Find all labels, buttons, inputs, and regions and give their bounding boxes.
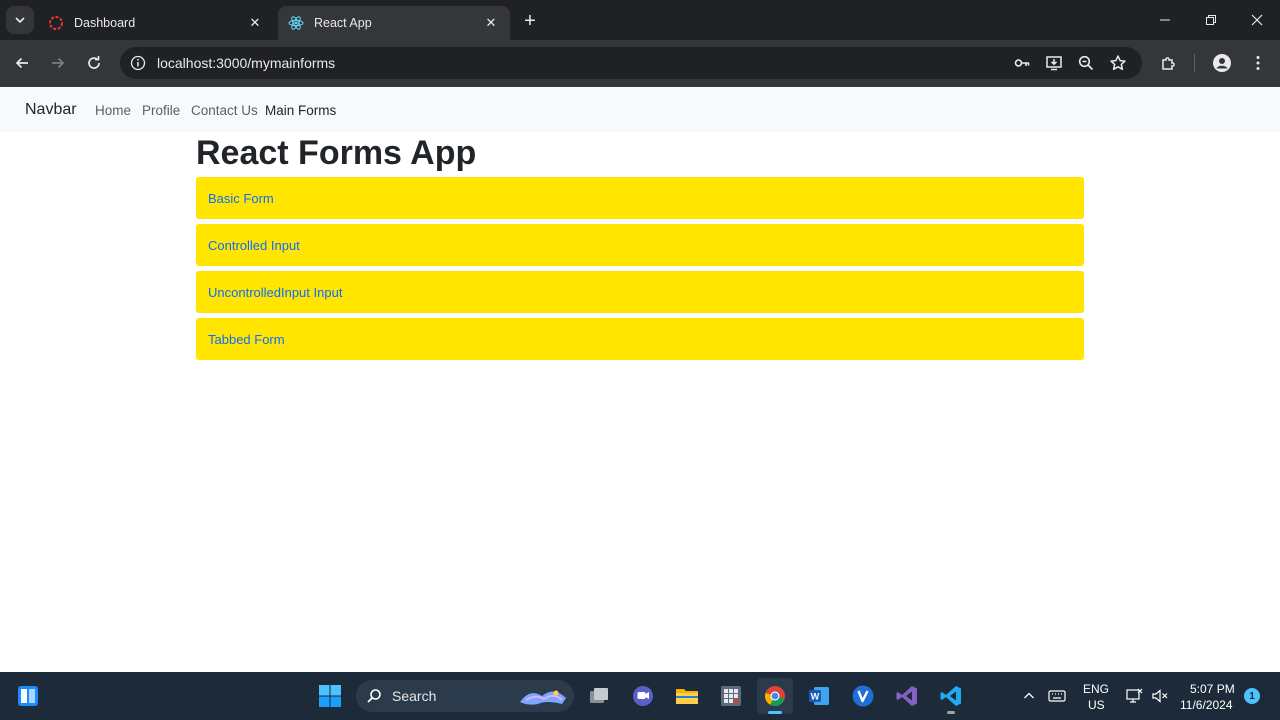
nav-link-profile[interactable]: Profile bbox=[142, 103, 180, 118]
network-icon bbox=[1126, 688, 1143, 703]
clock-time[interactable]: 5:07 PM bbox=[1190, 682, 1235, 696]
zoom-icon[interactable] bbox=[1075, 52, 1097, 74]
react-icon bbox=[288, 15, 304, 31]
taskbar-search[interactable]: Search bbox=[356, 680, 574, 712]
search-highlight-image-icon bbox=[520, 690, 566, 705]
more-vertical-icon bbox=[1256, 56, 1260, 70]
nav-link-main-forms[interactable]: Main Forms bbox=[265, 103, 336, 118]
v-app-button[interactable] bbox=[845, 678, 881, 714]
folder-icon bbox=[676, 689, 698, 704]
tab-title: React App bbox=[314, 16, 372, 30]
start-button[interactable] bbox=[312, 678, 348, 714]
reload-button[interactable] bbox=[79, 48, 109, 78]
input-language[interactable]: ENG bbox=[1083, 682, 1109, 696]
controlled-input-link[interactable]: Controlled Input bbox=[208, 238, 300, 253]
nav-link-home[interactable]: Home bbox=[95, 103, 131, 118]
restore-button[interactable] bbox=[1188, 0, 1234, 40]
address-bar[interactable]: localhost:3000/mymainforms bbox=[120, 47, 1142, 79]
navbar-brand[interactable]: Navbar bbox=[25, 101, 77, 119]
toolbar-divider bbox=[1194, 54, 1195, 72]
notification-badge[interactable]: 1 bbox=[1244, 688, 1260, 704]
restore-icon bbox=[1206, 15, 1216, 25]
tab-close-button[interactable]: ✕ bbox=[482, 14, 500, 32]
visual-studio-button[interactable] bbox=[889, 678, 925, 714]
nav-link-contact-us[interactable]: Contact Us bbox=[191, 103, 258, 118]
network-button[interactable] bbox=[1122, 678, 1146, 714]
keyboard-icon bbox=[1048, 690, 1066, 702]
clock-date[interactable]: 11/6/2024 bbox=[1180, 698, 1233, 712]
tab-search-button[interactable] bbox=[6, 6, 34, 34]
widgets-button[interactable] bbox=[10, 678, 46, 714]
puzzle-icon bbox=[1162, 57, 1175, 70]
windows-logo-icon bbox=[319, 685, 341, 707]
forward-button[interactable] bbox=[43, 48, 73, 78]
active-app-indicator bbox=[768, 711, 782, 714]
close-window-button[interactable] bbox=[1234, 0, 1280, 40]
file-explorer-button[interactable] bbox=[669, 678, 705, 714]
chrome-button[interactable] bbox=[757, 678, 793, 714]
uncontrolled-input-link[interactable]: UncontrolledInput Input bbox=[208, 285, 342, 300]
arrow-left-icon bbox=[15, 57, 28, 69]
vscode-button[interactable] bbox=[933, 678, 969, 714]
svg-text:W: W bbox=[811, 692, 820, 702]
red-ring-icon bbox=[48, 15, 64, 31]
calculator-grid-icon bbox=[721, 686, 741, 706]
profile-avatar-icon bbox=[1213, 54, 1231, 72]
word-button[interactable]: W bbox=[801, 678, 837, 714]
app-navbar: Navbar Home Profile Contact Us Main Form… bbox=[0, 87, 1280, 132]
basic-form-link[interactable]: Basic Form bbox=[208, 191, 274, 206]
form-list: Basic Form Controlled Input Uncontrolled… bbox=[196, 177, 1084, 365]
form-list-item: Controlled Input bbox=[196, 224, 1084, 266]
form-list-item: Tabbed Form bbox=[196, 318, 1084, 360]
word-icon: W bbox=[809, 687, 829, 705]
tabbed-form-link[interactable]: Tabbed Form bbox=[208, 332, 285, 347]
visual-studio-icon bbox=[896, 686, 917, 706]
form-list-item: Basic Form bbox=[196, 177, 1084, 219]
widgets-icon bbox=[18, 686, 38, 706]
back-button[interactable] bbox=[7, 48, 37, 78]
v-app-icon bbox=[852, 685, 874, 707]
new-tab-button[interactable]: + bbox=[518, 9, 542, 33]
install-app-icon[interactable] bbox=[1043, 52, 1065, 74]
minimize-button[interactable] bbox=[1142, 0, 1188, 40]
task-view-button[interactable] bbox=[581, 678, 617, 714]
site-info-icon[interactable] bbox=[128, 53, 148, 73]
browser-tab-bar: Dashboard ✕ React App ✕ + bbox=[0, 0, 1280, 40]
tab-close-button[interactable]: ✕ bbox=[246, 14, 264, 32]
password-key-icon[interactable] bbox=[1011, 52, 1033, 74]
chevron-down-icon bbox=[15, 17, 25, 24]
bookmark-star-icon[interactable] bbox=[1107, 52, 1129, 74]
tab-react-app[interactable]: React App ✕ bbox=[278, 6, 510, 40]
arrow-right-icon bbox=[52, 57, 65, 69]
tab-dashboard[interactable]: Dashboard ✕ bbox=[38, 6, 274, 40]
open-app-indicator bbox=[947, 711, 955, 714]
tab-title: Dashboard bbox=[74, 16, 136, 30]
search-label: Search bbox=[392, 688, 437, 704]
input-region[interactable]: US bbox=[1088, 698, 1105, 712]
task-view-icon bbox=[590, 688, 608, 703]
chat-icon bbox=[633, 686, 653, 706]
browser-menu-button[interactable] bbox=[1243, 48, 1273, 78]
page-title: React Forms App bbox=[196, 134, 477, 172]
volume-button[interactable] bbox=[1148, 678, 1172, 714]
chrome-icon bbox=[765, 686, 785, 707]
calculator-button[interactable] bbox=[713, 678, 749, 714]
reload-icon bbox=[88, 56, 100, 69]
close-icon bbox=[1251, 14, 1263, 26]
profile-button[interactable] bbox=[1207, 48, 1237, 78]
teams-chat-button[interactable] bbox=[625, 678, 661, 714]
windows-taskbar: Search W ENG US 5:07 PM 11/6/2024 1 bbox=[0, 672, 1280, 720]
vscode-icon bbox=[940, 686, 961, 706]
volume-muted-icon bbox=[1152, 689, 1168, 703]
chevron-up-icon bbox=[1024, 692, 1034, 699]
form-list-item: UncontrolledInput Input bbox=[196, 271, 1084, 313]
touch-keyboard-button[interactable] bbox=[1044, 678, 1070, 714]
show-hidden-icons-button[interactable] bbox=[1016, 678, 1042, 714]
minimize-icon bbox=[1160, 19, 1170, 21]
search-icon bbox=[367, 689, 381, 703]
extensions-button[interactable] bbox=[1154, 48, 1184, 78]
url-text[interactable]: localhost:3000/mymainforms bbox=[157, 55, 335, 71]
